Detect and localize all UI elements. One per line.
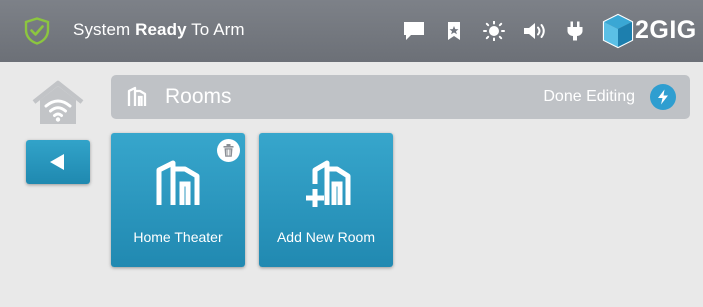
trash-icon xyxy=(223,144,234,157)
delete-room-button[interactable] xyxy=(217,139,240,162)
bookmark-icon[interactable] xyxy=(446,21,462,41)
room-icon xyxy=(127,86,147,106)
room-label: Home Theater xyxy=(133,229,223,245)
room-icon xyxy=(156,160,200,205)
status-ready: Ready xyxy=(135,20,187,39)
status-prefix: System xyxy=(73,20,136,39)
add-room-icon xyxy=(306,160,351,207)
lightning-icon xyxy=(658,89,668,105)
power-plug-icon[interactable] xyxy=(566,21,584,41)
add-new-room-tile[interactable]: Add New Room xyxy=(259,133,393,267)
done-editing-badge[interactable] xyxy=(650,84,676,110)
brand-name: 2GIG xyxy=(635,16,697,44)
shield-check-icon[interactable] xyxy=(24,17,50,45)
rooms-header-bar: Rooms Done Editing xyxy=(111,75,690,119)
volume-icon[interactable] xyxy=(523,21,549,41)
done-editing-button[interactable]: Done Editing xyxy=(543,88,635,106)
brightness-icon[interactable] xyxy=(482,21,506,41)
room-label: Add New Room xyxy=(276,229,376,245)
page-title: Rooms xyxy=(165,85,232,108)
back-button[interactable] xyxy=(26,140,90,184)
home-wifi-icon[interactable] xyxy=(30,80,86,126)
room-tile-home-theater[interactable]: Home Theater xyxy=(111,133,245,267)
message-icon[interactable] xyxy=(402,21,426,41)
brand-logo-icon xyxy=(602,13,634,49)
status-bar: System Ready To Arm 2GIG xyxy=(0,0,703,62)
status-suffix: To Arm xyxy=(186,20,245,39)
system-status-text: System Ready To Arm xyxy=(73,20,245,40)
back-arrow-icon xyxy=(50,154,64,170)
